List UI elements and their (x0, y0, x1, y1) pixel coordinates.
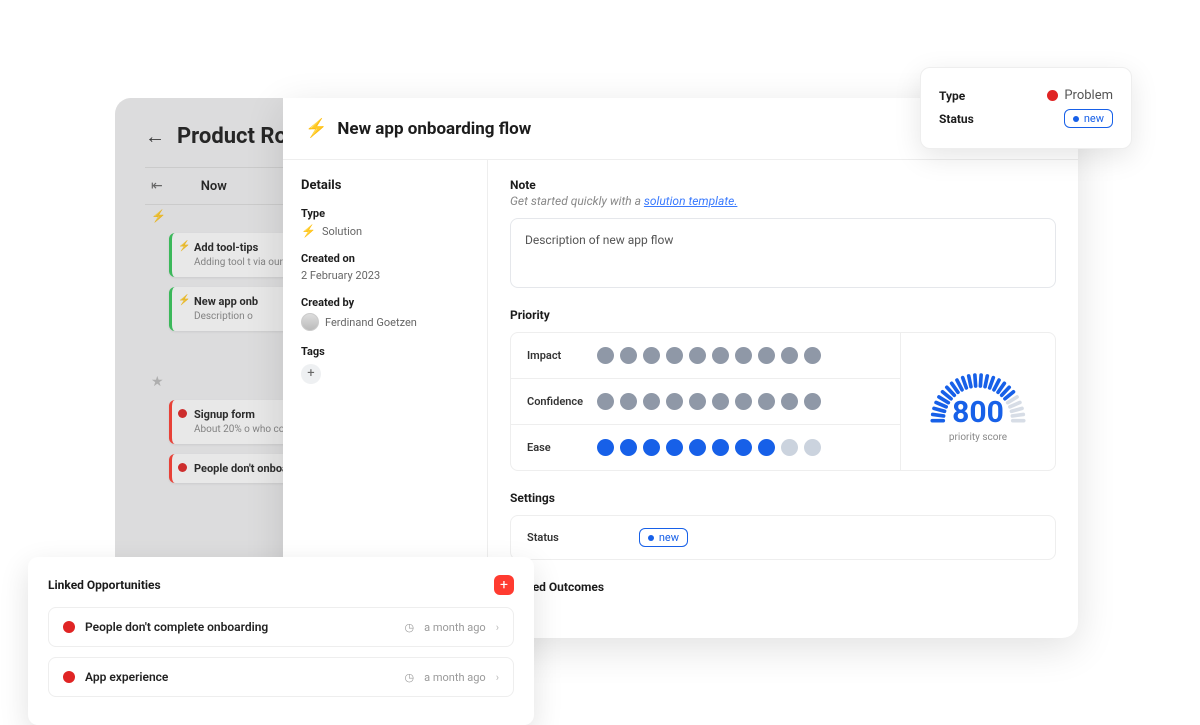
created-by-value: Ferdinand Goetzen (301, 313, 469, 331)
created-on-value: 2 February 2023 (301, 269, 469, 282)
created-by-label: Created by (301, 296, 469, 309)
lightning-icon: ⚡ (305, 118, 327, 139)
chevron-right-icon: › (496, 671, 499, 684)
note-label: Note (510, 178, 1056, 192)
gauge-icon: 800 (920, 364, 1036, 428)
ease-row: Ease (511, 425, 900, 470)
priority-heading: Priority (510, 308, 1056, 322)
impact-label: Impact (527, 349, 597, 362)
confidence-label: Confidence (527, 395, 597, 408)
float-status-text: new (1084, 112, 1104, 125)
tags-label: Tags (301, 345, 469, 358)
dot-icon (1073, 116, 1079, 122)
chevron-right-icon: › (496, 621, 499, 634)
settings-heading: Settings (510, 491, 1056, 505)
avatar (301, 313, 319, 331)
solution-template-link[interactable]: solution template. (644, 194, 737, 208)
dot-icon (648, 535, 654, 541)
float-status-pill[interactable]: new (1064, 109, 1113, 128)
float-type-value: Problem (1047, 88, 1113, 103)
problem-icon (63, 671, 75, 683)
gauge-value: 800 (920, 395, 1036, 430)
float-type-label: Type (939, 89, 965, 103)
settings-row: Status new (510, 515, 1056, 560)
lightning-icon: ⚡ (301, 224, 316, 238)
opportunity-time: a month ago (424, 621, 486, 634)
clock-icon: ◷ (405, 621, 415, 634)
impact-dots[interactable] (597, 347, 821, 364)
type-label: Type (301, 207, 469, 220)
priority-grid: Impact Confidence Ease (510, 332, 1056, 471)
gauge-caption: priority score (949, 432, 1007, 443)
clock-icon: ◷ (405, 671, 415, 684)
problem-icon (63, 621, 75, 633)
panel-main: Note Get started quickly with a solution… (488, 160, 1078, 638)
note-hint-text: Get started quickly with a (510, 194, 644, 208)
status-value: new (659, 531, 679, 544)
type-text: Solution (322, 225, 362, 238)
confidence-dots[interactable] (597, 393, 821, 410)
opportunity-title: App experience (85, 670, 168, 684)
ease-label: Ease (527, 441, 597, 454)
add-tag-button[interactable]: + (301, 364, 321, 384)
type-status-card: Type Problem Status new (920, 67, 1132, 149)
opportunity-title: People don't complete onboarding (85, 620, 268, 634)
float-type-text: Problem (1064, 88, 1113, 103)
linked-outcomes-heading: Linked Outcomes (510, 580, 1056, 594)
opportunity-time: a month ago (424, 671, 486, 684)
created-by-name: Ferdinand Goetzen (325, 316, 417, 329)
status-label: Status (527, 531, 559, 544)
float-status-label: Status (939, 112, 974, 126)
status-pill[interactable]: new (639, 528, 688, 547)
problem-icon (1047, 90, 1058, 101)
created-on-label: Created on (301, 252, 469, 265)
linked-opportunities-panel: Linked Opportunities + People don't comp… (28, 557, 534, 725)
add-opportunity-button[interactable]: + (494, 575, 514, 595)
note-hint: Get started quickly with a solution temp… (510, 194, 1056, 208)
panel-title: New app onboarding flow (337, 119, 531, 139)
priority-gauge: 800 priority score (900, 333, 1055, 470)
description-input[interactable]: Description of new app flow (510, 218, 1056, 288)
ease-dots[interactable] (597, 439, 821, 456)
linked-opportunities-heading: Linked Opportunities (48, 578, 161, 592)
confidence-row: Confidence (511, 379, 900, 425)
opportunity-item[interactable]: People don't complete onboarding ◷ a mon… (48, 607, 514, 647)
impact-row: Impact (511, 333, 900, 379)
opportunity-item[interactable]: App experience ◷ a month ago › (48, 657, 514, 697)
details-heading: Details (301, 178, 469, 193)
type-value: ⚡ Solution (301, 224, 469, 238)
